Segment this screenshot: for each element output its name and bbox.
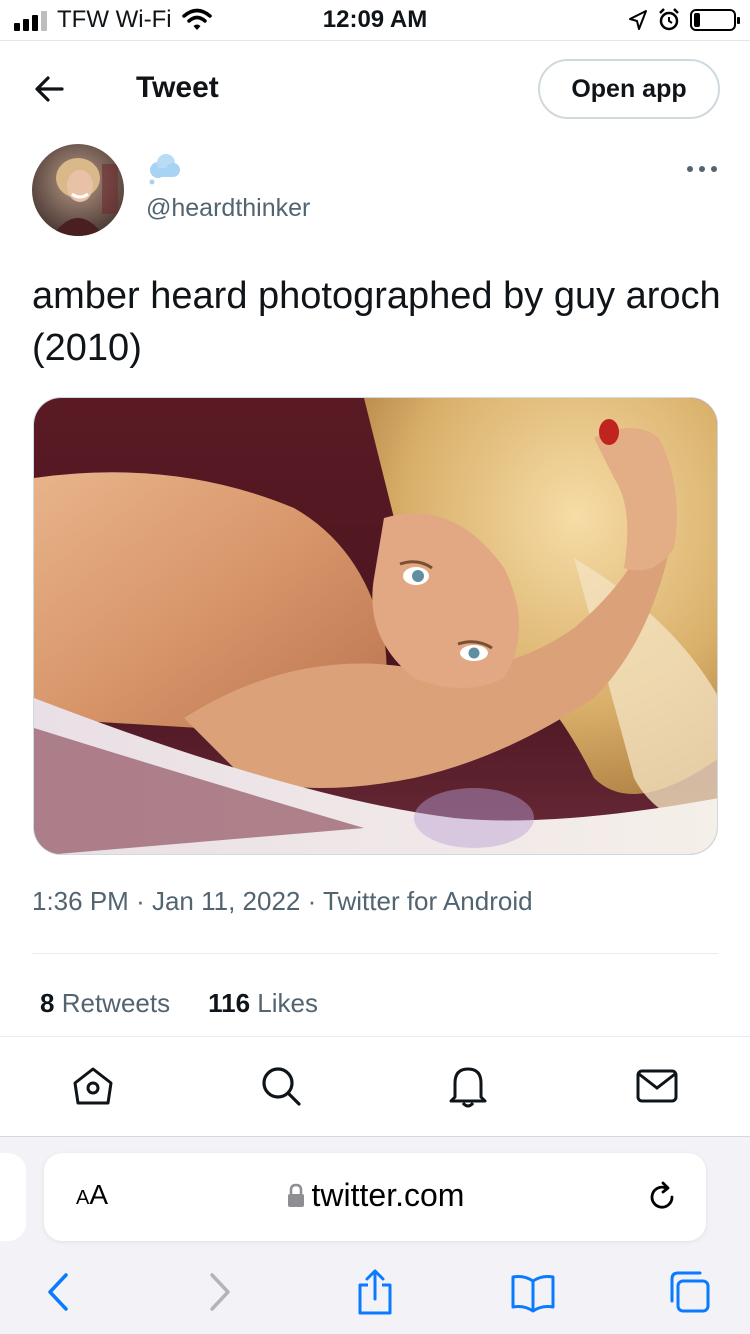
likes-count: 116	[208, 988, 251, 1018]
more-options-icon[interactable]	[684, 156, 720, 182]
likes-label: Likes	[257, 988, 318, 1018]
url-display[interactable]: twitter.com	[44, 1177, 706, 1214]
browser-forward-icon[interactable]	[196, 1269, 242, 1315]
likes-stat[interactable]: 116 Likes	[208, 988, 318, 1019]
browser-back-icon[interactable]	[36, 1269, 82, 1315]
browser-toolbar: AA twitter.com	[0, 1136, 750, 1334]
tweet-header: Tweet Open app	[0, 41, 750, 137]
battery-level	[694, 13, 700, 27]
open-app-button[interactable]: Open app	[538, 59, 720, 119]
battery-icon	[690, 9, 740, 31]
lock-icon	[287, 1183, 304, 1207]
retweets-label: Retweets	[61, 988, 171, 1018]
alarm-icon	[659, 8, 679, 31]
location-arrow-icon	[629, 10, 647, 30]
author-handle[interactable]: @heardthinker	[146, 194, 310, 223]
meta-separator: ·	[136, 886, 152, 916]
share-icon[interactable]	[352, 1269, 398, 1315]
tweet-text: amber heard photographed by guy aroch (2…	[32, 275, 721, 369]
tweet-date[interactable]: Jan 11, 2022	[152, 886, 300, 916]
tabs-icon[interactable]	[666, 1269, 712, 1315]
cloud-emoji-icon	[149, 154, 180, 185]
tweet-photo[interactable]	[33, 397, 718, 855]
retweets-stat[interactable]: 8 Retweets	[40, 988, 170, 1019]
meta-separator: ·	[307, 886, 324, 916]
reload-icon[interactable]	[644, 1179, 680, 1215]
status-bar: TFW Wi-Fi 12:09 AM	[0, 0, 750, 40]
tweet-stats: 8 Retweets 116 Likes	[40, 988, 318, 1019]
status-right	[628, 8, 740, 32]
retweets-count: 8	[40, 988, 55, 1018]
notifications-icon[interactable]	[445, 1063, 491, 1109]
messages-icon[interactable]	[634, 1063, 680, 1109]
home-icon[interactable]	[70, 1063, 116, 1109]
bottom-nav	[0, 1037, 750, 1135]
previous-tab-preview[interactable]	[0, 1153, 26, 1241]
url-text: twitter.com	[311, 1177, 465, 1213]
page-title: Tweet	[136, 71, 219, 104]
tweet-source[interactable]: Twitter for Android	[323, 886, 533, 916]
bookmarks-icon[interactable]	[510, 1269, 556, 1315]
search-icon[interactable]	[258, 1063, 304, 1109]
tweet-meta: 1:36 PM · Jan 11, 2022 · Twitter for And…	[32, 886, 533, 917]
address-bar[interactable]: AA twitter.com	[44, 1153, 706, 1241]
tweet-time[interactable]: 1:36 PM	[32, 886, 129, 916]
avatar[interactable]	[32, 144, 124, 236]
back-arrow-icon[interactable]	[30, 69, 70, 109]
divider	[32, 953, 718, 954]
